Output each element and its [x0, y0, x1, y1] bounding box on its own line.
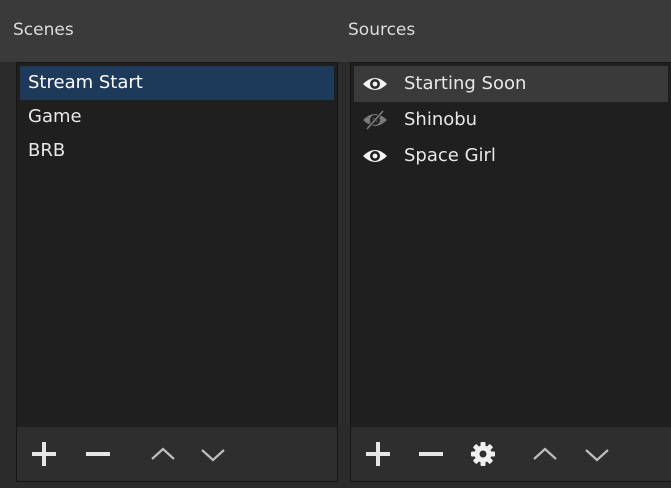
add-icon: [366, 442, 390, 466]
gear-icon: [471, 442, 495, 466]
visibility-toggle[interactable]: [362, 146, 388, 166]
remove-source-button[interactable]: [413, 436, 449, 472]
scene-item[interactable]: Game: [20, 100, 334, 134]
move-up-icon: [151, 447, 175, 460]
source-label: Starting Soon: [404, 73, 527, 94]
add-icon: [32, 442, 56, 466]
move-down-icon: [585, 449, 609, 462]
remove-icon: [86, 452, 110, 456]
scenes-dock: Scenes Stream Start Game BRB: [0, 0, 341, 488]
remove-icon: [419, 452, 443, 456]
scene-item[interactable]: BRB: [20, 134, 334, 168]
eye-hidden-icon: [363, 109, 387, 131]
scenes-list: Stream Start Game BRB: [17, 63, 337, 427]
scenes-title: Scenes: [13, 20, 74, 40]
eye-icon: [363, 78, 387, 90]
source-label: Shinobu: [404, 109, 478, 130]
source-properties-button[interactable]: [465, 436, 501, 472]
move-down-icon: [201, 449, 225, 462]
sources-dock: Sources Starting Soon Shinobu Space Girl: [341, 0, 671, 488]
eye-icon: [363, 150, 387, 162]
move-scene-down-button[interactable]: [195, 436, 231, 472]
add-source-button[interactable]: [360, 436, 396, 472]
source-label: Space Girl: [404, 145, 496, 166]
sources-list: Starting Soon Shinobu Space Girl: [351, 63, 671, 427]
scenes-panel: Stream Start Game BRB: [16, 62, 338, 482]
sources-toolbar: [351, 427, 671, 481]
scene-item[interactable]: Stream Start: [20, 66, 334, 100]
add-scene-button[interactable]: [26, 436, 62, 472]
source-item[interactable]: Space Girl: [354, 138, 668, 174]
move-up-icon: [533, 447, 557, 460]
scenes-toolbar: [17, 427, 337, 481]
move-source-down-button[interactable]: [579, 436, 615, 472]
sources-panel: Starting Soon Shinobu Space Girl: [350, 62, 671, 482]
scenes-header: Scenes: [0, 0, 341, 62]
sources-header: Sources: [341, 0, 671, 62]
remove-scene-button[interactable]: [80, 436, 116, 472]
move-scene-up-button[interactable]: [145, 436, 181, 472]
visibility-toggle[interactable]: [362, 74, 388, 94]
source-item[interactable]: Shinobu: [354, 102, 668, 138]
visibility-toggle[interactable]: [362, 109, 388, 131]
source-item[interactable]: Starting Soon: [354, 66, 668, 102]
move-source-up-button[interactable]: [527, 436, 563, 472]
sources-title: Sources: [348, 20, 416, 40]
